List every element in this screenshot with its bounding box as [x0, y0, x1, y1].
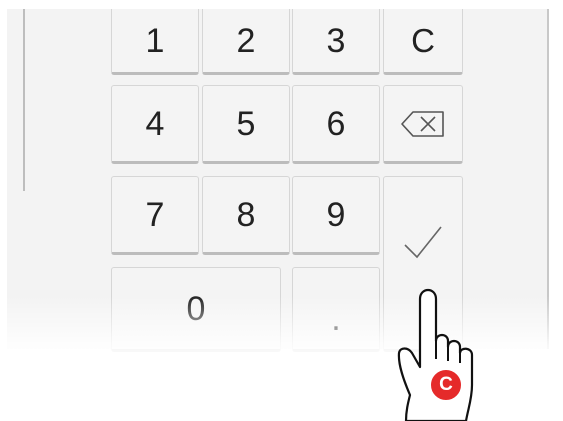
clear-button[interactable]: C: [383, 9, 463, 75]
key-0[interactable]: 0: [111, 267, 281, 352]
key-3[interactable]: 3: [292, 9, 380, 75]
key-7[interactable]: 7: [111, 176, 199, 255]
decimal-key[interactable]: .: [292, 267, 380, 352]
key-6[interactable]: 6: [292, 85, 380, 164]
key-8[interactable]: 8: [202, 176, 290, 255]
backspace-button[interactable]: [383, 85, 463, 164]
checkmark-icon: [404, 226, 442, 259]
key-2[interactable]: 2: [202, 9, 290, 75]
key-9[interactable]: 9: [292, 176, 380, 255]
key-5[interactable]: 5: [202, 85, 290, 164]
key-4[interactable]: 4: [111, 85, 199, 164]
panel-right-edge: [547, 9, 549, 349]
backspace-icon: [401, 110, 444, 137]
click-badge: C: [429, 368, 463, 402]
panel-left-edge: [23, 9, 25, 191]
key-1[interactable]: 1: [111, 9, 199, 75]
